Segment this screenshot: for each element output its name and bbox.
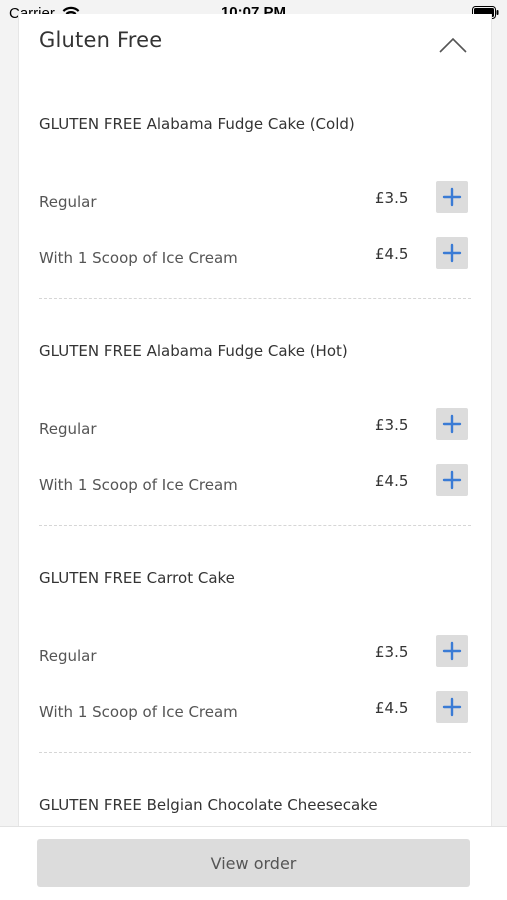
- add-button[interactable]: [436, 181, 468, 213]
- item-title: GLUTEN FREE Alabama Fudge Cake (Hot): [39, 342, 348, 360]
- add-button[interactable]: [436, 237, 468, 269]
- option-price: £3.5: [375, 416, 409, 434]
- screen: Carrier 10:07 PM Gluten Free GLUTEN FREE…: [0, 0, 507, 900]
- option-label: With 1 Scoop of Ice Cream: [39, 703, 238, 721]
- option-price: £3.5: [375, 189, 409, 207]
- plus-icon: [442, 697, 462, 717]
- view-order-button[interactable]: View order: [37, 839, 470, 887]
- item-title: GLUTEN FREE Carrot Cake: [39, 569, 235, 587]
- option-label: With 1 Scoop of Ice Cream: [39, 249, 238, 267]
- section-title: Gluten Free: [39, 28, 163, 52]
- menu-section-card: Gluten Free GLUTEN FREE Alabama Fudge Ca…: [18, 14, 492, 844]
- add-button[interactable]: [436, 464, 468, 496]
- option-price: £4.5: [375, 245, 409, 263]
- item-divider: [39, 752, 471, 753]
- plus-icon: [442, 187, 462, 207]
- plus-icon: [442, 243, 462, 263]
- plus-icon: [442, 414, 462, 434]
- add-button[interactable]: [436, 635, 468, 667]
- item-title: GLUTEN FREE Alabama Fudge Cake (Cold): [39, 115, 355, 133]
- option-label: Regular: [39, 420, 97, 438]
- plus-icon: [442, 470, 462, 490]
- option-price: £3.5: [375, 643, 409, 661]
- item-divider: [39, 298, 471, 299]
- item-title: GLUTEN FREE Belgian Chocolate Cheesecake: [39, 796, 378, 814]
- option-price: £4.5: [375, 699, 409, 717]
- plus-icon: [442, 641, 462, 661]
- option-label: Regular: [39, 193, 97, 211]
- add-button[interactable]: [436, 408, 468, 440]
- add-button[interactable]: [436, 691, 468, 723]
- option-label: With 1 Scoop of Ice Cream: [39, 476, 238, 494]
- bottom-bar: View order: [0, 826, 507, 900]
- option-price: £4.5: [375, 472, 409, 490]
- chevron-up-icon[interactable]: [438, 36, 468, 54]
- item-divider: [39, 525, 471, 526]
- option-label: Regular: [39, 647, 97, 665]
